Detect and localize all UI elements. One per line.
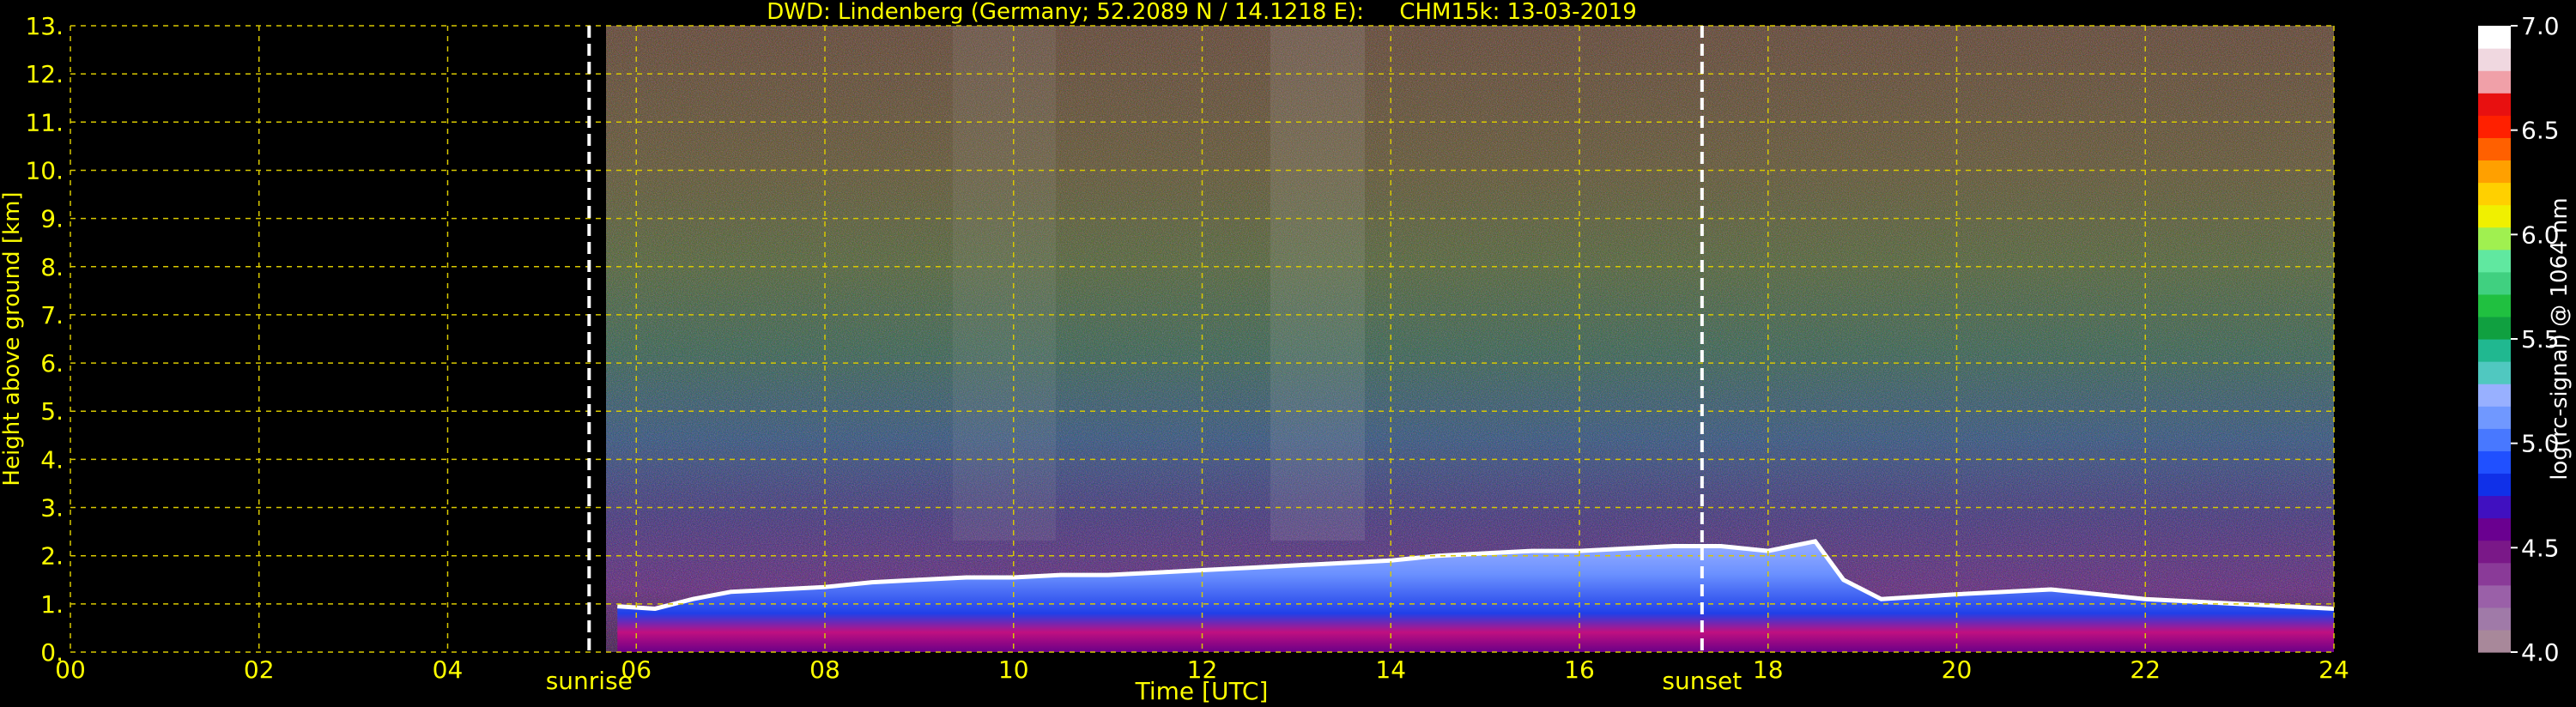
colorbar-label: log(rc-signal) @ 1064 nm: [2547, 197, 2573, 480]
y-tick-label: 9.: [40, 205, 64, 233]
x-tick-label: 10: [998, 656, 1029, 684]
colorbar-swatch: [2478, 428, 2511, 451]
colorbar-swatch: [2478, 182, 2511, 206]
colorbar-swatch: [2478, 316, 2511, 340]
y-tick-label: 7.: [40, 301, 64, 329]
y-tick-label: 11.: [25, 108, 64, 136]
colorbar-swatch: [2478, 361, 2511, 384]
colorbar-swatch: [2478, 93, 2511, 116]
noise-band-2: [1270, 26, 1365, 541]
y-tick-label: 12.: [25, 60, 64, 88]
colorbar-swatch: [2478, 204, 2511, 228]
y-tick-label: 5.: [40, 397, 64, 426]
y-tick-label: 10.: [25, 156, 64, 184]
ceilometer-chart: 00 02 04 06 08 10 12 14 16 18 20 22 24 0.1.2.3.4.5.6…: [0, 0, 2573, 705]
sunset-label: sunset: [1662, 667, 1742, 695]
y-tick-label: 4.: [40, 445, 64, 474]
x-tick-label: 16: [1564, 656, 1595, 684]
x-tick-label: 24: [2318, 656, 2349, 684]
colorbar-swatch: [2478, 271, 2511, 295]
y-axis-label: Height above ground [km]: [0, 191, 25, 486]
colorbar-tick-label: 6.5: [2521, 117, 2560, 145]
colorbar-tick-label: 4.0: [2521, 638, 2560, 667]
noise-band-1: [953, 26, 1056, 541]
colorbar-swatch: [2478, 70, 2511, 94]
y-tick-label: 2.: [40, 542, 64, 571]
colorbar-swatch: [2478, 540, 2511, 564]
colorbar-swatch: [2478, 584, 2511, 608]
x-axis-label: Time [UTC]: [1135, 677, 1269, 705]
colorbar-tick-label: 4.5: [2521, 534, 2560, 562]
y-axis-ticks: 0. 1. 2. 3. 4. 5. 6. 7. 8. 9. 10. 11. 12. 13.: [25, 12, 64, 667]
colorbar-swatch: [2478, 517, 2511, 541]
colorbar-swatch: [2478, 384, 2511, 407]
colorbar-swatch: [2478, 450, 2511, 474]
x-tick-label: 04: [433, 656, 464, 684]
sunrise-label: sunrise: [546, 667, 633, 695]
colorbar-swatch: [2478, 495, 2511, 519]
x-tick-label: 20: [1942, 656, 1973, 684]
colorbar-swatch: [2478, 473, 2511, 497]
colorbar-swatch: [2478, 562, 2511, 586]
colorbar-swatch: [2478, 48, 2511, 71]
x-tick-label: 22: [2130, 656, 2161, 684]
x-tick-label: 18: [1753, 656, 1784, 684]
colorbar-swatch: [2478, 406, 2511, 429]
colorbar-swatch: [2478, 293, 2511, 317]
chart-title: DWD: Lindenberg (Germany; 52.2089 N / 14…: [767, 0, 1636, 25]
colorbar-swatch: [2478, 339, 2511, 362]
colorbar-swatch: [2478, 607, 2511, 631]
colorbar-swatch: [2478, 227, 2511, 251]
colorbar: 4.04.55.05.56.06.57.0 log(rc-signal) @ 1…: [2478, 12, 2573, 667]
x-tick-label: 08: [809, 656, 840, 684]
plot-area: [70, 25, 2335, 653]
colorbar-swatch: [2478, 629, 2511, 653]
y-tick-label: 13.: [25, 12, 64, 40]
colorbar-swatch: [2478, 26, 2511, 49]
colorbar-swatch: [2478, 160, 2511, 184]
colorbar-tick-label: 7.0: [2521, 12, 2560, 40]
y-tick-label: 0.: [40, 638, 64, 667]
y-tick-label: 6.: [40, 349, 64, 378]
y-tick-label: 1.: [40, 590, 64, 619]
colorbar-swatch: [2478, 137, 2511, 161]
colorbar-swatch: [2478, 249, 2511, 273]
x-tick-label: 02: [244, 656, 275, 684]
colorbar-swatch: [2478, 115, 2511, 138]
x-tick-label: 14: [1375, 656, 1406, 684]
y-tick-label: 3.: [40, 494, 64, 523]
colorbar-swatches: [2478, 26, 2511, 653]
y-tick-label: 8.: [40, 253, 64, 281]
